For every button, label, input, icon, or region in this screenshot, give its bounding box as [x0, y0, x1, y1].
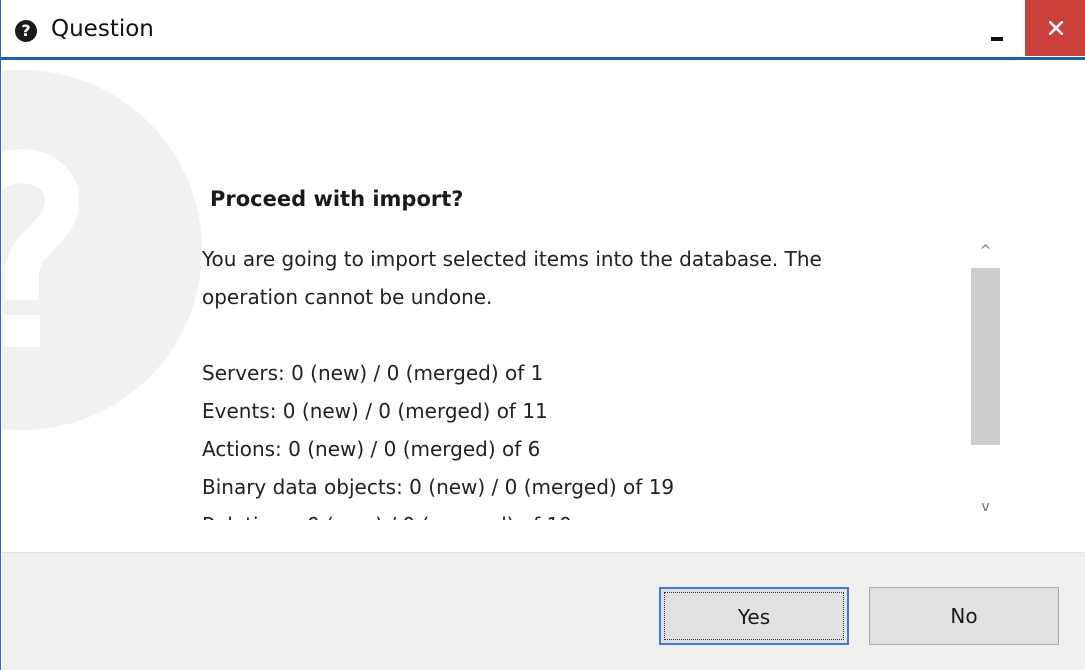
title-bar[interactable]: ? Question	[1, 0, 1085, 60]
stats-line-binary-data: Binary data objects: 0 (new) / 0 (merged…	[202, 475, 675, 499]
stats-line-actions: Actions: 0 (new) / 0 (merged) of 6	[202, 437, 541, 461]
focus-indicator	[664, 592, 844, 640]
no-button-label: No	[950, 604, 978, 628]
stats-line-servers: Servers: 0 (new) / 0 (merged) of 1	[202, 361, 544, 385]
vertical-scrollbar[interactable]: ^ v	[969, 238, 1002, 520]
question-mark-watermark	[2, 70, 202, 430]
message-line: You are going to import selected items i…	[202, 247, 822, 271]
minimize-icon	[991, 37, 1003, 41]
close-button[interactable]	[1025, 0, 1085, 56]
question-circle-icon: ?	[15, 20, 37, 42]
close-icon	[1049, 21, 1063, 35]
scroll-up-arrow-icon[interactable]: ^	[969, 238, 1002, 264]
dialog-heading: Proceed with import?	[210, 187, 464, 211]
dialog-content: Proceed with import? You are going to im…	[2, 60, 1085, 553]
scroll-down-arrow-icon[interactable]: v	[969, 494, 1002, 520]
minimize-button[interactable]	[973, 10, 1023, 52]
stats-line-events: Events: 0 (new) / 0 (merged) of 11	[202, 399, 548, 423]
window-title: Question	[51, 16, 154, 42]
stats-line-relations: Relations: 0 (new) / 0 (merged) of 10	[202, 506, 962, 520]
no-button[interactable]: No	[869, 587, 1059, 645]
message-area: You are going to import selected items i…	[202, 240, 962, 520]
scrollbar-thumb[interactable]	[971, 268, 1000, 445]
message-line: operation cannot be undone.	[202, 285, 493, 309]
yes-button[interactable]: Yes	[659, 587, 849, 645]
dialog-window: ? Question Proceed with import? You are …	[0, 0, 1085, 670]
button-bar: Yes No	[2, 553, 1085, 670]
